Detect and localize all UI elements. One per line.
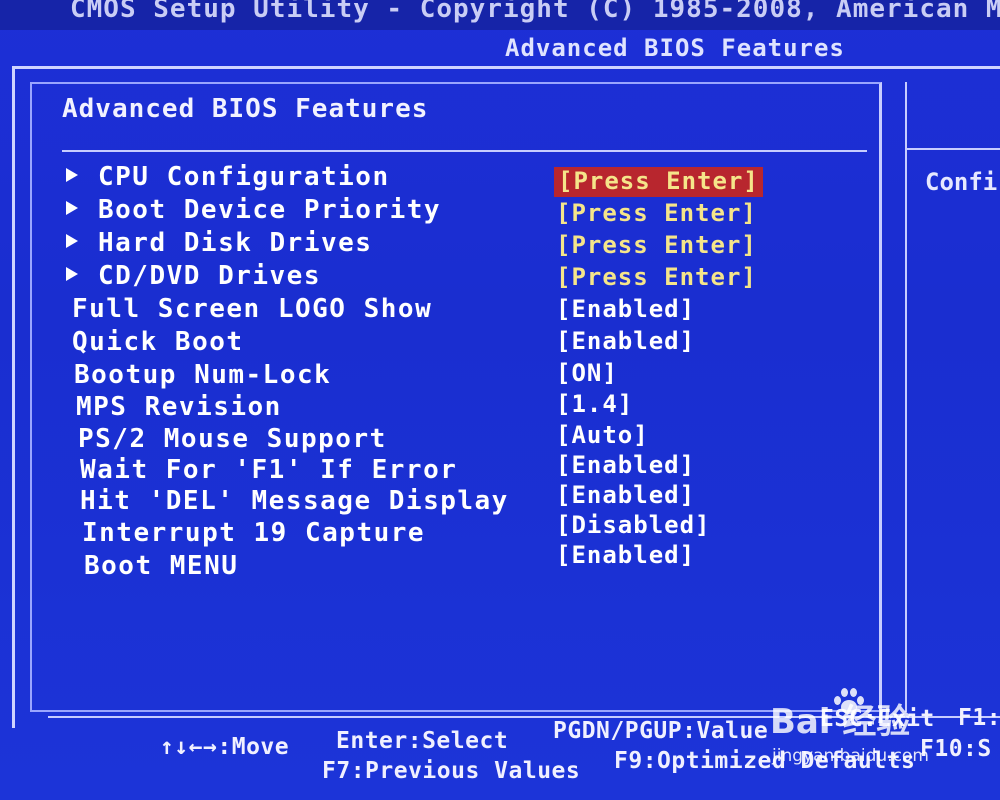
watermark-logo: Bai 经验 [770, 702, 911, 742]
footer-help-hint: F1: [958, 705, 1000, 731]
footer-select-hint: Enter:Select [336, 728, 509, 754]
menu-item-label: Hard Disk Drives [98, 228, 373, 258]
help-text: Confi [925, 168, 998, 196]
submenu-arrow-icon [66, 233, 78, 248]
value-interrupt-19-capture[interactable]: [Disabled] [556, 511, 711, 541]
menu-item-cd-dvd-drives[interactable]: CD/DVD Drives [66, 261, 321, 293]
menu-item-boot-menu[interactable]: Boot MENU [84, 551, 238, 583]
menu-item-label: CD/DVD Drives [98, 261, 321, 291]
menu-item-bootup-num-lock[interactable]: Bootup Num-Lock [74, 360, 331, 392]
help-divider [905, 148, 1000, 150]
footer-previous-hint: F7:Previous Values [322, 758, 581, 784]
value-hit-del-message[interactable]: [Enabled] [556, 481, 695, 511]
menu-item-ps2-mouse-support[interactable]: PS/2 Mouse Support [78, 424, 387, 456]
menu-item-label: Boot Device Priority [98, 195, 442, 225]
menu-item-hit-del-message[interactable]: Hit 'DEL' Message Display [80, 486, 509, 518]
page-subtitle: Advanced BIOS Features [505, 34, 845, 62]
value-wait-for-f1[interactable]: [Enabled] [556, 451, 695, 481]
value-boot-device-priority[interactable]: [Press Enter] [556, 199, 757, 229]
value-bootup-num-lock[interactable]: [ON] [556, 359, 618, 389]
menu-item-mps-revision[interactable]: MPS Revision [76, 392, 282, 424]
value-full-screen-logo-show[interactable]: [Enabled] [556, 295, 695, 325]
menu-item-label: CPU Configuration [98, 162, 390, 192]
value-cpu-configuration[interactable]: [Press Enter] [554, 167, 763, 197]
bios-screen: CMOS Setup Utility - Copyright (C) 1985-… [0, 0, 1000, 800]
baidu-watermark: Bai 经验 jingyan.baidu.com [770, 688, 950, 780]
footer-value-hint: PGDN/PGUP:Value [553, 718, 769, 744]
menu-item-hard-disk-drives[interactable]: Hard Disk Drives [66, 228, 372, 260]
submenu-arrow-icon [66, 200, 78, 215]
menu-item-cpu-configuration[interactable]: CPU Configuration [66, 162, 390, 194]
submenu-arrow-icon [66, 167, 78, 182]
title-divider [62, 150, 867, 152]
menu-item-wait-for-f1[interactable]: Wait For 'F1' If Error [80, 455, 457, 487]
value-quick-boot[interactable]: [Enabled] [556, 327, 695, 357]
menu-item-boot-device-priority[interactable]: Boot Device Priority [66, 195, 441, 227]
footer-move-hint: ↑↓←→:Move [160, 734, 290, 760]
menu-item-quick-boot[interactable]: Quick Boot [72, 327, 244, 359]
utility-title: CMOS Setup Utility - Copyright (C) 1985-… [70, 0, 1000, 24]
value-mps-revision[interactable]: [1.4] [556, 390, 633, 420]
title-bar: CMOS Setup Utility - Copyright (C) 1985-… [0, 0, 1000, 30]
panel-title: Advanced BIOS Features [62, 94, 429, 124]
value-cd-dvd-drives[interactable]: [Press Enter] [556, 263, 757, 293]
value-ps2-mouse-support[interactable]: [Auto] [556, 421, 649, 451]
watermark-url: jingyan.baidu.com [772, 746, 929, 766]
value-boot-menu[interactable]: [Enabled] [556, 541, 695, 571]
menu-item-interrupt-19-capture[interactable]: Interrupt 19 Capture [82, 518, 425, 550]
menu-item-full-screen-logo-show[interactable]: Full Screen LOGO Show [72, 294, 432, 326]
submenu-arrow-icon [66, 266, 78, 281]
value-hard-disk-drives[interactable]: [Press Enter] [556, 231, 757, 261]
